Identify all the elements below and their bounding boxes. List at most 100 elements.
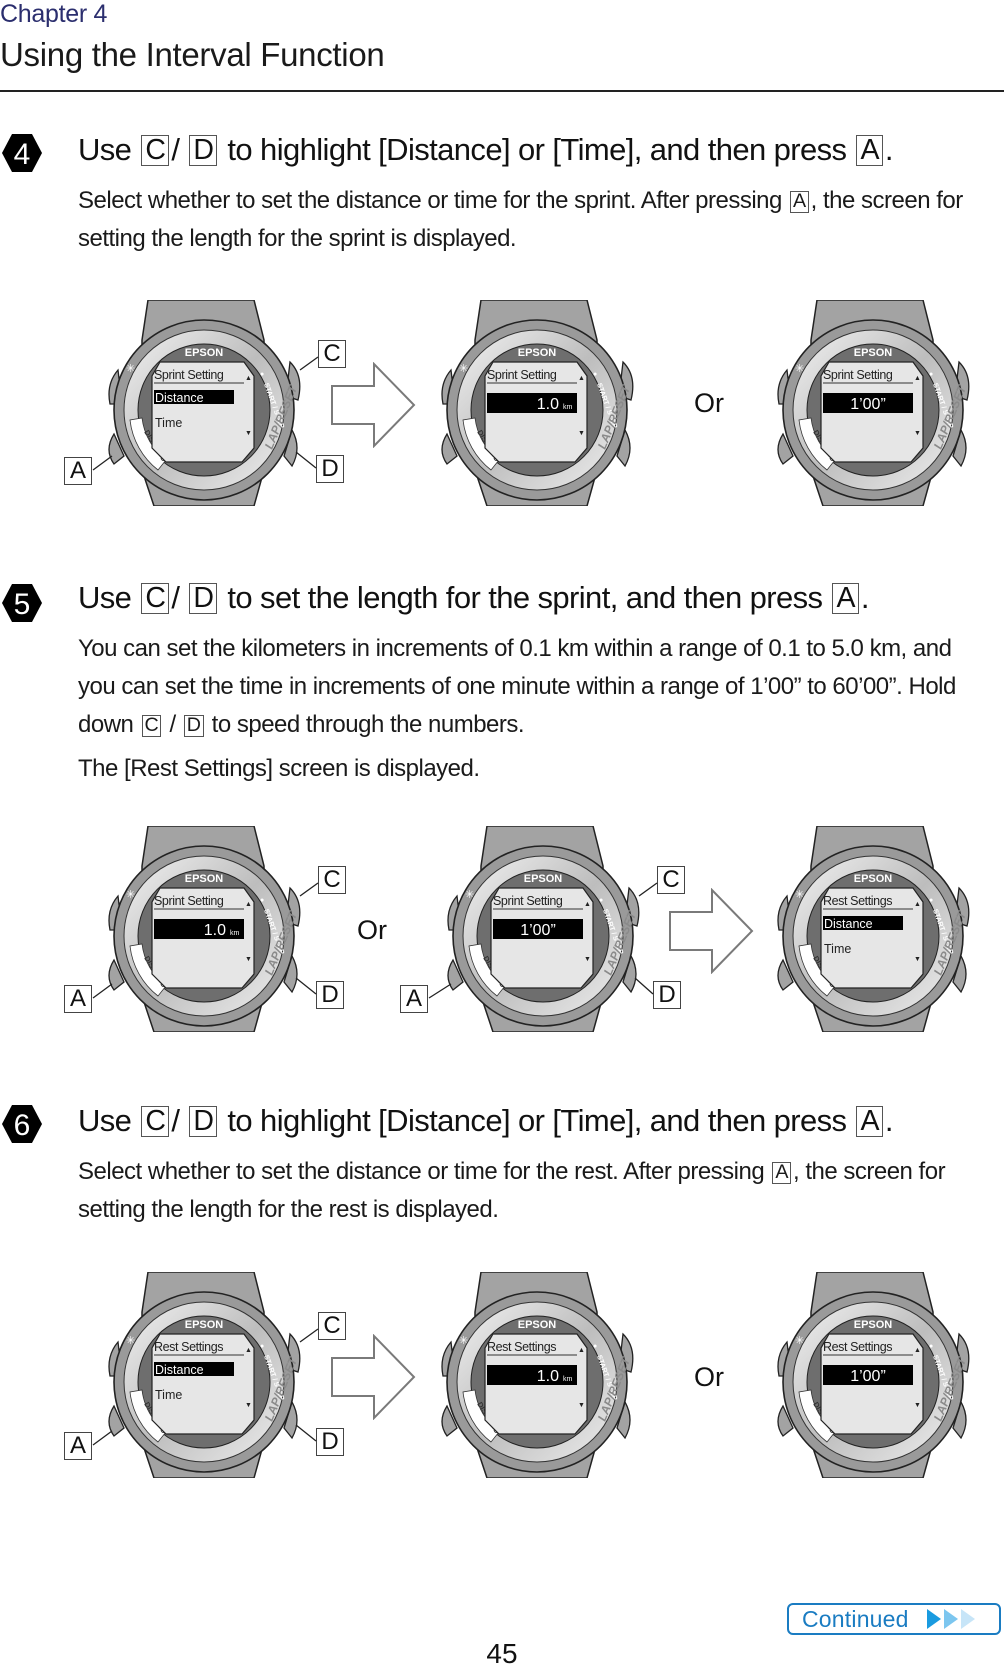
backlight-icon: ✳ [126,889,135,901]
backlight-icon: ✳ [126,1335,135,1347]
button-a-key: A [856,135,883,166]
value-readout: 1’00” [520,922,556,939]
callout-button-d: D [316,1428,344,1456]
callout-button-c: C [318,866,346,894]
callout-button-a: A [64,1432,92,1460]
scroll-down-icon: ▼ [245,1402,252,1409]
start-dot-icon: ● [593,371,597,378]
button-a-key: A [832,583,859,614]
button-c-key: C [141,135,170,166]
scroll-down-icon: ▼ [914,1402,921,1409]
callout-button-d: D [653,981,681,1009]
scroll-up-icon: ▲ [578,375,585,382]
backlight-icon: ✳ [795,889,804,901]
button-d-key: D [183,715,204,737]
button-c-key: C [141,1106,170,1137]
svg-text:6: 6 [14,1109,31,1142]
scroll-down-icon: ▼ [245,956,252,963]
unit-label: km [563,1376,573,1383]
scroll-up-icon: ▲ [914,1347,921,1354]
menu-item-selected: Distance [824,917,873,931]
scroll-down-icon: ▼ [914,430,921,437]
value-readout: 1’00” [850,396,886,413]
start-dot-icon: ● [260,897,264,904]
start-dot-icon: ● [599,897,603,904]
watch-illustration: DISP.CHGEPSON✳●START / STOPLAP/RESETRest… [104,1271,304,1483]
play-arrow-icon [943,1609,958,1629]
button-d-key: D [189,1106,218,1137]
scroll-down-icon: ▼ [578,430,585,437]
watch-illustration: DISP.CHGEPSON✳●START / STOPLAP/RESETSpri… [773,299,973,511]
watch-illustration: DISP.CHGEPSON✳●START / STOPLAP/RESETRest… [773,1271,973,1483]
step-number-badge: 6 [2,1105,42,1143]
scroll-up-icon: ▲ [914,901,921,908]
start-dot-icon: ● [260,371,264,378]
menu-item-selected: Distance [155,1363,204,1377]
scroll-down-icon: ▼ [245,430,252,437]
value-readout: 1.0 [537,396,559,413]
continued-button[interactable]: Continued [787,1603,1001,1635]
svg-text:4: 4 [14,138,31,171]
button-d-key: D [189,583,218,614]
button-c-key: C [141,715,162,737]
watch-illustration: DISP.CHGEPSON✳●START / STOPLAP/RESETSpri… [437,299,637,511]
step-number-badge: 5 [2,584,42,622]
brand-logo: EPSON [518,1319,557,1331]
menu-item: Time [155,416,182,430]
backlight-icon: ✳ [459,1335,468,1347]
step-number-badge: 4 [2,134,42,172]
result-note: The [Rest Settings] screen is displayed. [78,755,480,782]
start-dot-icon: ● [929,897,933,904]
scroll-up-icon: ▲ [914,375,921,382]
step-heading: Use C / D to set the length for the sprin… [78,580,869,615]
screen-title: Sprint Setting [487,368,557,382]
unit-label: km [230,930,240,937]
watch-illustration: DISP.CHGEPSON✳●START / STOPLAP/RESETSpri… [104,825,304,1037]
step-heading: Use C / D to highlight [Distance] or [Tim… [78,132,894,167]
next-screen-arrow-icon [669,888,754,974]
start-dot-icon: ● [593,1343,597,1350]
unit-label: km [563,404,573,411]
scroll-down-icon: ▼ [914,956,921,963]
menu-item-selected: Distance [155,391,204,405]
button-d-key: D [189,135,218,166]
screen-title: Sprint Setting [154,894,224,908]
backlight-icon: ✳ [795,363,804,375]
value-readout: 1.0 [204,922,226,939]
watch-illustration: DISP.CHGEPSON✳●START / STOPLAP/RESETSpri… [104,299,304,511]
callout-button-a: A [64,985,92,1013]
scroll-up-icon: ▲ [578,1347,585,1354]
brand-logo: EPSON [524,873,563,885]
button-c-key: C [141,583,170,614]
screen-title: Rest Settings [823,894,892,908]
menu-item: Time [155,1388,182,1402]
button-a-key: A [772,1162,791,1184]
menu-item: Time [824,942,851,956]
screen-title: Rest Settings [154,1340,223,1354]
scroll-up-icon: ▲ [245,1347,252,1354]
watch-illustration: DISP.CHGEPSON✳●START / STOPLAP/RESETRest… [773,825,973,1037]
backlight-icon: ✳ [795,1335,804,1347]
callout-button-a: A [400,985,428,1013]
or-label: Or [694,1362,724,1392]
or-label: Or [694,388,724,418]
brand-logo: EPSON [854,1319,893,1331]
screen-title: Sprint Setting [823,368,893,382]
screen-title: Sprint Setting [493,894,563,908]
scroll-up-icon: ▲ [584,901,591,908]
start-dot-icon: ● [929,1343,933,1350]
brand-logo: EPSON [854,347,893,359]
callout-button-d: D [316,455,344,483]
brand-logo: EPSON [854,873,893,885]
header-divider [0,90,1004,92]
scroll-up-icon: ▲ [245,901,252,908]
continued-label: Continued [802,1605,909,1632]
button-a-key: A [856,1106,883,1137]
brand-logo: EPSON [185,873,224,885]
step-heading: Use C / D to highlight [Distance] or [Tim… [78,1103,894,1138]
next-screen-arrow-icon [331,1334,416,1420]
screen-title: Sprint Setting [154,368,224,382]
backlight-icon: ✳ [465,889,474,901]
page-number: 45 [486,1638,518,1669]
backlight-icon: ✳ [126,363,135,375]
